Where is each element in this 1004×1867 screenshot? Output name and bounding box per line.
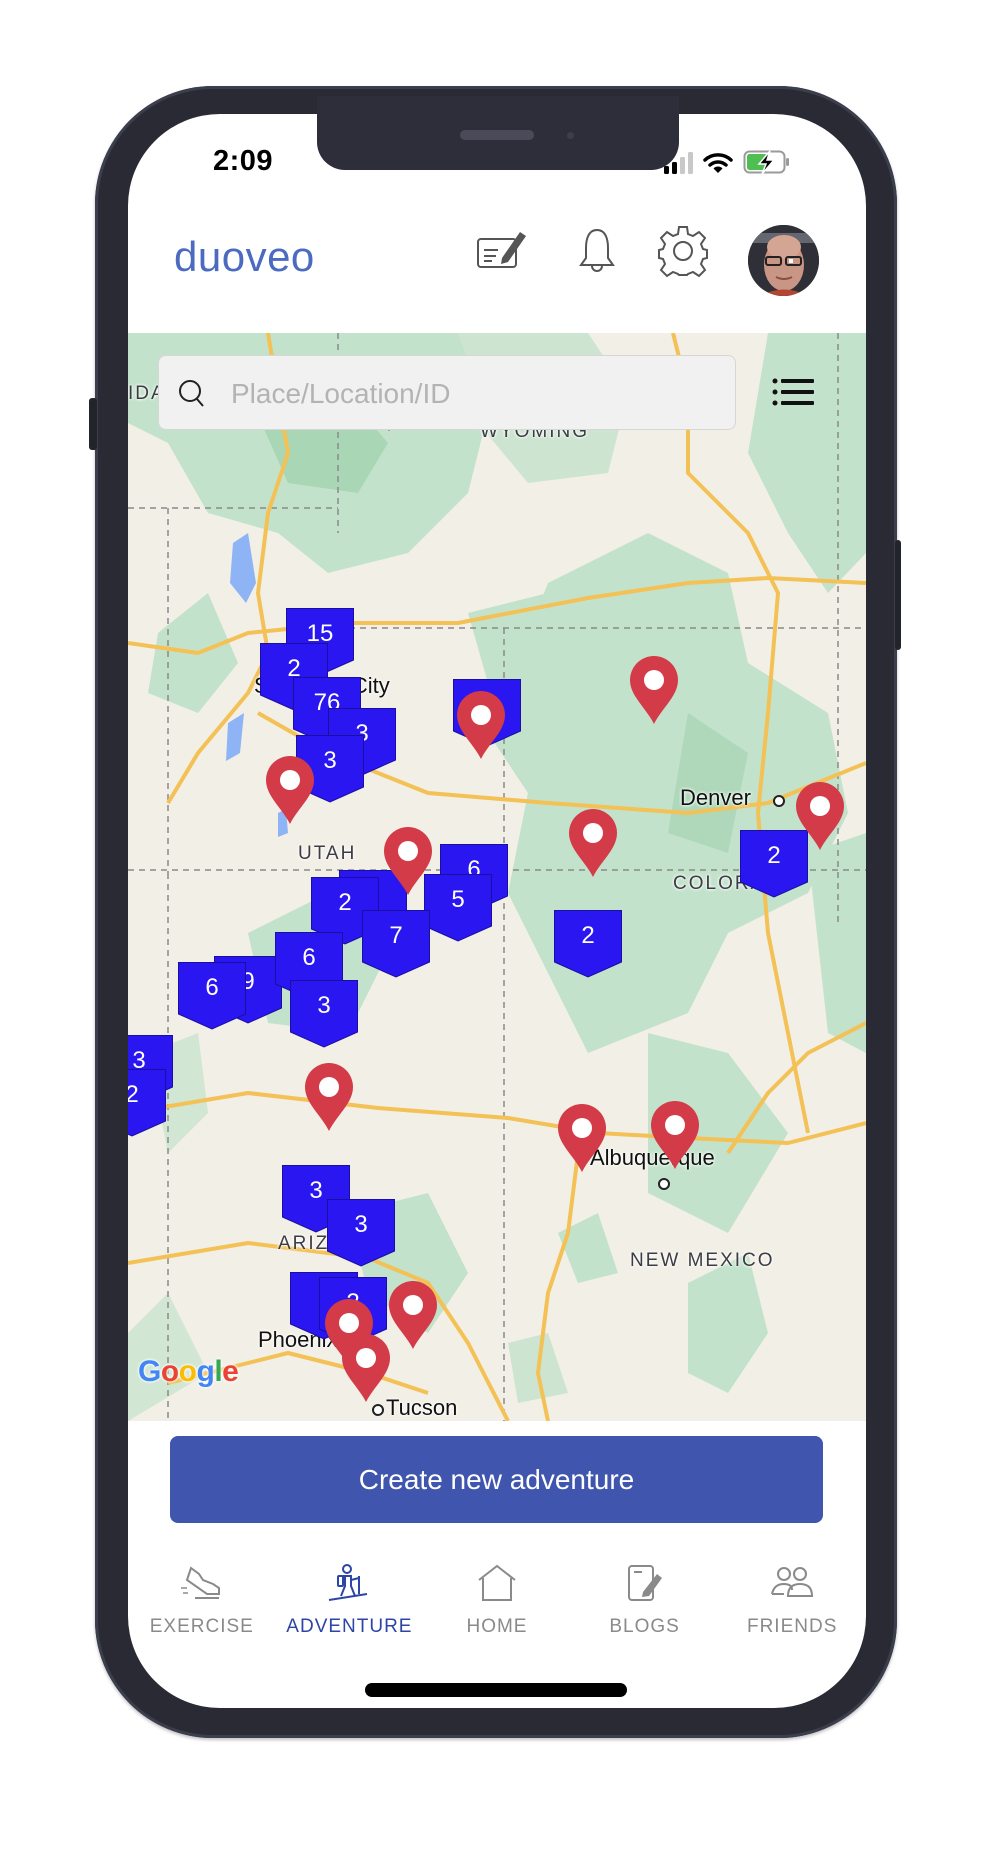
phone-side-button [89,398,97,450]
status-icons [664,150,791,174]
city-label-tucson: Tucson [386,1395,458,1420]
location-pin-icon[interactable] [264,756,316,826]
cluster-marker[interactable]: 7 [362,910,430,978]
cluster-count: 3 [354,1211,368,1238]
camera [567,132,574,139]
create-adventure-button[interactable]: Create new adventure [170,1436,823,1523]
friends-icon [771,1567,814,1597]
city-dot-tucson [372,1404,384,1416]
bottom-tab-bar: EXERCISE ADVENTURE HOME BLOGS FRIENDS [128,1560,866,1650]
cluster-count: 2 [128,1081,139,1108]
tab-label: ADVENTURE [286,1616,413,1637]
map-view[interactable]: IDAHO WYOMING UTAH COLORADO ARIZONA NEW … [128,333,866,1421]
city-label-denver: Denver [680,785,751,810]
bell-icon[interactable] [577,226,617,276]
tab-adventure[interactable]: ADVENTURE [276,1560,424,1650]
location-pin-icon[interactable] [382,827,434,897]
region-label-utah: UTAH [298,843,357,864]
home-icon [478,1564,516,1601]
search-icon [179,380,204,407]
location-pin-icon[interactable] [340,1334,392,1404]
gear-icon[interactable] [656,225,710,279]
cluster-marker[interactable]: 2 [554,910,622,978]
speaker [460,130,534,140]
cluster-marker[interactable]: 2 [128,1069,166,1137]
tab-label: BLOGS [609,1616,680,1637]
signal-icon [664,152,693,174]
location-pin-icon[interactable] [303,1063,355,1133]
battery-charging-icon [743,150,789,174]
status-time: 2:09 [213,145,274,177]
app-logo[interactable]: duoveo [174,233,315,281]
hiker-icon [329,1564,368,1601]
tab-blogs[interactable]: BLOGS [571,1560,719,1650]
search-bar[interactable] [158,355,736,431]
cluster-marker[interactable]: 6 [178,962,246,1030]
cluster-count: 5 [451,886,465,913]
phone-side-button [895,540,901,650]
location-pin-icon[interactable] [794,782,846,852]
tab-exercise[interactable]: EXERCISE [128,1560,276,1650]
region-label-new-mexico: NEW MEXICO [630,1250,775,1271]
tab-label: FRIENDS [746,1616,838,1637]
location-pin-icon[interactable] [387,1281,439,1351]
compose-icon[interactable] [476,226,528,272]
cluster-count: 6 [205,974,219,1001]
cluster-marker[interactable]: 3 [327,1199,395,1267]
cluster-count: 2 [581,922,595,949]
location-pin-icon[interactable] [628,656,680,726]
search-input[interactable] [229,356,713,431]
location-pin-icon[interactable] [455,691,507,761]
avatar-photo [748,225,819,296]
app-header: duoveo [128,190,866,333]
cluster-count: 6 [302,944,316,971]
cluster-count: 3 [317,992,331,1019]
avatar[interactable] [748,225,819,296]
google-logo: Google [138,1355,239,1388]
wifi-icon [703,153,733,173]
location-pin-icon[interactable] [567,809,619,879]
tab-label: EXERCISE [149,1616,254,1637]
location-pin-icon[interactable] [556,1104,608,1174]
cluster-marker[interactable]: 3 [290,980,358,1048]
tab-friends[interactable]: FRIENDS [718,1560,866,1650]
city-dot-denver [773,795,785,807]
cluster-marker[interactable]: 5 [424,874,492,942]
location-pin-icon[interactable] [649,1101,701,1171]
home-indicator[interactable] [365,1683,627,1697]
city-dot-albuquerque [658,1178,670,1190]
tab-home[interactable]: HOME [423,1560,571,1650]
list-view-icon[interactable] [772,377,816,407]
tab-label: HOME [466,1616,528,1637]
cluster-count: 7 [389,922,403,949]
blog-icon [627,1565,662,1601]
shoe-icon [180,1566,220,1599]
notch [317,96,679,170]
